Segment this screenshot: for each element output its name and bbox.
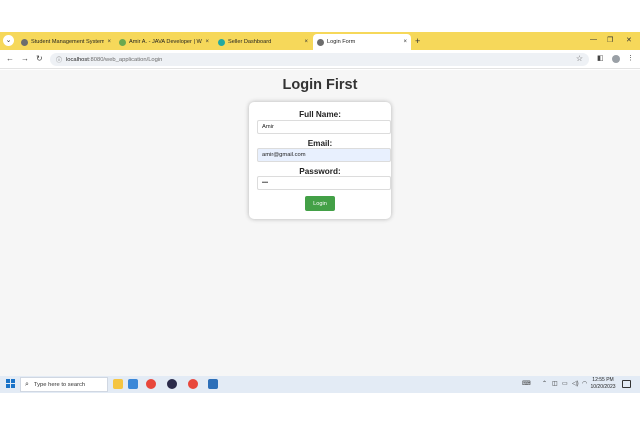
tab-title: Amir A. - JAVA Developer | W...: [129, 39, 203, 45]
reload-icon[interactable]: ↻: [36, 54, 43, 63]
file-explorer-icon[interactable]: [113, 379, 123, 389]
search-placeholder: Type here to search: [33, 381, 86, 388]
chevron-up-icon[interactable]: ⌃: [542, 380, 547, 387]
page-title: Login First: [282, 77, 358, 93]
email-label: Email:: [307, 139, 333, 148]
chrome-profile-icon[interactable]: [188, 379, 198, 389]
tab-close-icon[interactable]: ×: [304, 39, 308, 45]
bookmark-star-icon[interactable]: ☆: [576, 54, 583, 63]
volume-icon[interactable]: ◁): [572, 380, 579, 387]
eclipse-icon[interactable]: [167, 379, 177, 389]
menu-icon[interactable]: ⋮: [627, 54, 634, 62]
tab-title: Login Form: [327, 39, 356, 45]
tab-seller-dashboard[interactable]: Seller Dashboard ×: [214, 34, 312, 50]
site-favicon-icon: [218, 38, 225, 46]
login-button[interactable]: Login: [305, 196, 335, 211]
search-icon: ⌕: [25, 380, 29, 388]
password-label: Password:: [299, 167, 341, 176]
tab-student-management[interactable]: Student Management System ×: [17, 34, 115, 50]
new-tab-button[interactable]: +: [415, 36, 420, 46]
windows-start-icon[interactable]: [6, 379, 16, 389]
profile-avatar[interactable]: [612, 55, 620, 63]
site-info-icon[interactable]: ⓘ: [56, 55, 62, 64]
bottom-margin: [0, 393, 640, 426]
keyboard-icon[interactable]: ⌨: [522, 380, 531, 387]
url-path: :8080/web_application/Login: [88, 56, 163, 63]
site-favicon-icon: [119, 38, 126, 46]
minimize-icon[interactable]: —: [590, 36, 597, 43]
globe-icon: [21, 38, 28, 46]
store-icon[interactable]: [128, 379, 138, 389]
tab-close-icon[interactable]: ×: [107, 39, 111, 45]
app-icon[interactable]: [208, 379, 218, 389]
fullname-label: Full Name:: [299, 110, 341, 119]
tab-title: Student Management System: [31, 39, 105, 45]
browser-toolbar: ← → ↻ ⓘ localhost:8080/web_application/L…: [0, 50, 640, 69]
taskbar-search[interactable]: ⌕ Type here to search: [20, 377, 108, 392]
fullname-input[interactable]: Amir: [257, 120, 391, 134]
notification-icon[interactable]: [622, 380, 631, 388]
password-input[interactable]: •••: [257, 176, 391, 190]
network-icon[interactable]: ◠: [582, 380, 587, 387]
system-clock[interactable]: 12:55 PM 10/20/2023: [589, 377, 617, 391]
close-window-icon[interactable]: ✕: [626, 36, 632, 44]
battery-icon[interactable]: ▭: [562, 380, 568, 387]
windows-taskbar: ⌕ Type here to search ⌨ ⌃ ◫ ▭ ◁) ◠ 12:55…: [0, 376, 640, 393]
forward-icon[interactable]: →: [21, 54, 29, 63]
restore-icon[interactable]: ❐: [607, 36, 613, 44]
back-icon[interactable]: ←: [6, 54, 14, 63]
tab-close-icon[interactable]: ×: [205, 39, 209, 45]
clock-time: 12:55 PM: [592, 377, 614, 383]
tab-login-form[interactable]: Login Form ×: [313, 34, 411, 50]
tab-close-icon[interactable]: ×: [403, 39, 407, 45]
meet-icon[interactable]: ◫: [552, 380, 558, 387]
side-panel-icon[interactable]: ◧: [597, 54, 604, 62]
login-form: Full Name: Amir Email: amir@gmail.com Pa…: [249, 102, 391, 219]
tab-title: Seller Dashboard: [228, 39, 272, 45]
address-bar[interactable]: ⓘ localhost:8080/web_application/Login ☆: [50, 53, 589, 66]
top-margin: [0, 0, 640, 32]
page-viewport: Login First Full Name: Amir Email: amir@…: [0, 70, 640, 376]
url-host: localhost: [66, 56, 89, 63]
tab-amir-java-developer[interactable]: Amir A. - JAVA Developer | W... ×: [115, 34, 213, 50]
globe-icon: [317, 38, 324, 46]
browser-tab-strip: ⌄ Student Management System × Amir A. - …: [0, 32, 640, 50]
email-input[interactable]: amir@gmail.com: [257, 148, 391, 162]
clock-date: 10/20/2023: [590, 384, 616, 390]
chrome-icon[interactable]: [146, 379, 156, 389]
tab-search-button[interactable]: ⌄: [3, 35, 14, 46]
